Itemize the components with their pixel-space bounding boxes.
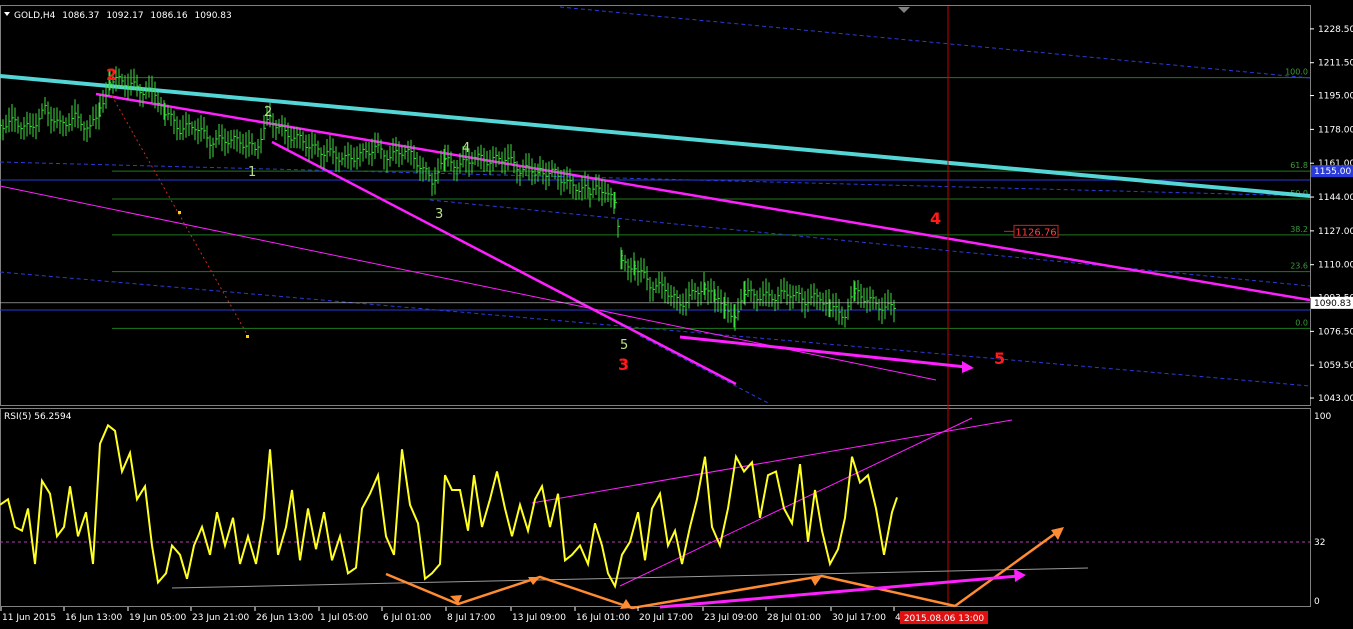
rsi-series [0,423,898,590]
fibo-level-label: 61.8 [1290,161,1308,170]
price-tick-label: 1076.50 [1318,327,1353,337]
chart-svg: 100.061.850.038.223.60.0 2345123451126.7… [0,5,1353,624]
orange-arrow-head [1051,527,1064,540]
dotted-anchor-point [178,211,181,214]
time-tick-label: 8 Jul 17:00 [447,613,496,623]
rsi-panel-frame [0,408,1311,607]
magenta-trendline-upper [95,92,1311,302]
channel-line-steep [639,335,771,405]
target-price-label: 1126.76 [1015,227,1056,238]
time-axis: 11 Jun 2015 16 Jun 13:00 19 Jun 05:00 23 Ju… [0,607,988,624]
shift-marker-icon[interactable] [898,7,910,13]
wave-label-major: 3 [618,355,629,374]
channel-line-mid2 [429,199,1311,287]
wave-label-minor: 2 [264,105,272,120]
price-axis: 1228.501211.501195.001178.001161.001144.… [0,25,1353,404]
price-tick-label: 1178.00 [1318,125,1353,135]
time-tick-label: 28 Jul 01:00 [767,613,821,623]
cyan-trendline [0,74,1311,198]
fibo-level-label: 38.2 [1290,225,1308,234]
channel-line-upper [559,6,1311,79]
rsi-tick-label: 0 [1314,597,1320,607]
fibo-level-label: 23.6 [1290,262,1308,271]
current-price-label: 1090.83 [1314,299,1351,309]
magenta-trendline-thin [0,185,937,381]
price-tag-blue-label: 1155.00 [1314,167,1351,177]
wave-label-major: 5 [994,349,1005,368]
price-tick-label: 1211.50 [1318,59,1353,69]
orange-arrow-up [954,528,1061,608]
time-tick-label: 23 Jul 09:00 [704,613,758,623]
time-tick-label: 23 Jun 21:00 [192,613,249,623]
rsi-gray-support [171,567,1089,589]
price-tick-label: 1228.50 [1318,25,1353,35]
wave-label-major: 2 [106,65,117,84]
magenta-trendline-steep [271,140,737,386]
fibo-level-label: 100.0 [1285,68,1308,77]
time-tick-label: 6 Jul 01:00 [383,613,432,623]
time-tick-label: 1 Jul 05:00 [320,613,369,623]
time-tick-label: 30 Jul 17:00 [832,613,886,623]
time-tick-label: 19 Jun 05:00 [129,613,186,623]
time-tick-label: 20 Jul 17:00 [639,613,693,623]
price-tick-label: 1144.00 [1318,193,1353,203]
wave-label-minor: 3 [435,207,443,222]
main-panel-frame [0,5,1311,406]
time-tick-label: 26 Jun 13:00 [256,613,313,623]
wave-label-major: 4 [930,209,941,228]
rsi-magenta-upper [531,419,1013,504]
chart-menu-icon[interactable] [4,12,10,16]
fibo-level-label: 0.0 [1295,318,1308,327]
trend-lines [0,6,1311,606]
magenta-arrow-head [962,361,974,373]
orange-arrow-head [810,576,822,586]
dotted-anchor-point [246,335,249,338]
price-tick-label: 1195.00 [1318,92,1353,102]
chart-header: GOLD,H4 1086.37 1092.17 1086.16 1090.83 [14,11,232,21]
wave-label-minor: 5 [620,338,628,353]
rsi-magenta-arrow-head [1014,569,1026,582]
price-tick-label: 1110.00 [1318,261,1353,271]
wave-label-minor: 4 [462,141,470,156]
chart-area[interactable]: 100.061.850.038.223.60.0 2345123451126.7… [0,0,1353,625]
rsi-magenta-diag [619,417,973,587]
rsi-axis: 100 32 0 [1314,412,1331,607]
price-tick-label: 1043.00 [1318,394,1353,404]
time-tick-label: 16 Jun 13:00 [65,613,122,623]
price-tick-label: 1059.50 [1318,361,1353,371]
time-highlight-label: 2015.08.06 13:00 [904,614,985,624]
price-tick-label: 1127.00 [1318,227,1353,237]
time-tick-label: 13 Jul 09:00 [512,613,566,623]
orange-zigzag [385,572,956,610]
rsi-line [0,423,898,590]
main-labels: 2 3 4 5 1 2 3 4 5 1126.76 [106,65,1059,374]
wave-label-minor: 1 [248,165,256,180]
time-tick-label: 11 Jun 2015 [2,613,56,623]
rsi-tick-label: 100 [1314,412,1331,422]
rsi-trend-lines [0,417,1310,610]
time-tick-label: 16 Jul 01:00 [576,613,630,623]
rsi-header: RSI(5) 56.2594 [4,412,72,422]
rsi-tick-label: 32 [1314,538,1325,548]
